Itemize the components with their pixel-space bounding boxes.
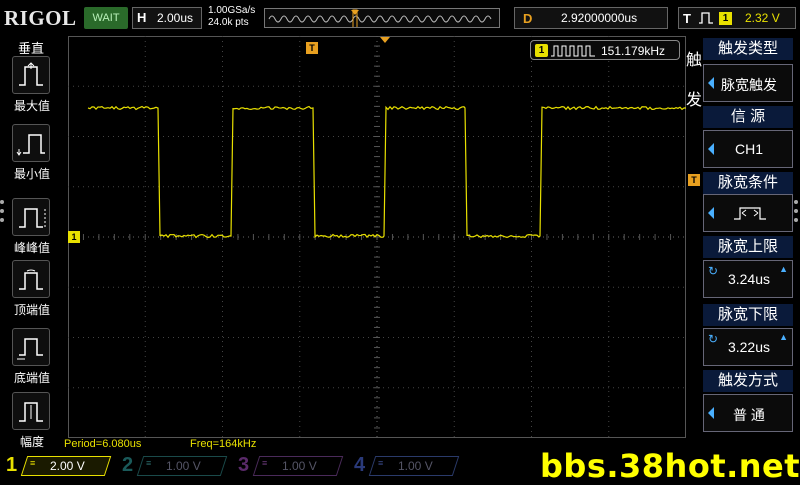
channel-1-tab[interactable]: 1 ≡ 2.00 V <box>0 454 110 478</box>
menu-scroll-indicator <box>794 200 800 227</box>
trigger-label: T <box>683 11 691 26</box>
vbase-icon <box>12 328 50 366</box>
measure-vpp-label: 峰峰值 <box>2 239 62 256</box>
channel-2-scale: 1.00 V <box>166 459 201 473</box>
rigol-logo: RIGOL <box>4 6 77 31</box>
dc-coupling-icon: ≡ <box>146 458 151 468</box>
ch1-ground-marker[interactable]: 1 <box>68 231 80 243</box>
channel-3-number: 3 <box>238 454 249 477</box>
pulse-condition-select[interactable] <box>703 194 793 232</box>
measure-panel: 垂直 最大值 最小值 峰峰值 顶端值 底端值 幅度 <box>0 36 62 452</box>
measure-max-button[interactable]: 最大值 <box>8 56 58 124</box>
trigger-source-badge: 1 <box>719 12 732 25</box>
left-arrow-icon <box>708 207 714 219</box>
delay-value: 2.92000000us <box>561 11 637 25</box>
frequency-counter[interactable]: 1 151.179kHz <box>530 40 680 60</box>
pulse-upper-limit-input[interactable]: ↻ ▲ 3.24us <box>703 260 793 298</box>
vtop-icon <box>12 260 50 298</box>
measure-vpp-button[interactable]: 峰峰值 <box>8 198 58 266</box>
channel-1-number: 1 <box>6 454 17 477</box>
timebase-value: 2.00us <box>157 11 193 25</box>
channel-4-number: 4 <box>354 454 365 477</box>
measure-top-button[interactable]: 顶端值 <box>8 260 58 328</box>
horizontal-timebase[interactable]: H 2.00us <box>132 7 202 29</box>
trigger-menu: 触发类型 脉宽触发 信 源 CH1 脉宽条件 脉宽上限 ↻ ▲ 3.24us 脉… <box>703 38 793 434</box>
pulse-lower-limit-value: 3.22us <box>704 339 794 355</box>
memory-overview-strip[interactable] <box>264 8 500 28</box>
vmin-icon <box>12 124 50 162</box>
forum-watermark: bbs.38hot.net <box>540 447 800 485</box>
pulse-lower-limit-title: 脉宽下限 <box>703 304 793 326</box>
measure-base-label: 底端值 <box>2 369 62 386</box>
delay-readout[interactable]: D 2.92000000us <box>514 7 668 29</box>
graticule <box>68 36 686 438</box>
pulse-condition-title: 脉宽条件 <box>703 172 793 194</box>
measure-min-button[interactable]: 最小值 <box>8 124 58 192</box>
menu-side-char-2: 发 <box>686 86 702 110</box>
measure-amplitude-label: 幅度 <box>2 433 62 450</box>
channel-4-tab[interactable]: 4 ≡ 1.00 V <box>348 454 458 478</box>
pulse-lower-limit-input[interactable]: ↻ ▲ 3.22us <box>703 328 793 366</box>
sample-rate-readout: 1.00GSa/s 24.0k pts <box>208 5 255 29</box>
pulse-range-icon <box>732 205 768 221</box>
pulse-train-icon <box>551 45 597 57</box>
channel-4-scale: 1.00 V <box>398 459 433 473</box>
ch1-waveform-trace <box>88 107 686 238</box>
frequency-measurement: Freq=164kHz <box>190 438 256 450</box>
waveform-display[interactable] <box>68 36 686 438</box>
vamp-icon <box>12 392 50 430</box>
source-select[interactable]: CH1 <box>703 130 793 168</box>
trigger-type-select[interactable]: 脉宽触发 <box>703 64 793 102</box>
measure-amplitude-button[interactable]: 幅度 <box>8 392 58 460</box>
period-measurement: Period=6.080us <box>64 438 141 450</box>
trigger-mode-value: 普 通 <box>704 405 794 425</box>
memory-depth: 24.0k pts <box>208 17 255 29</box>
pulse-upper-limit-title: 脉宽上限 <box>703 236 793 258</box>
panel-scroll-indicator <box>0 200 6 227</box>
source-title: 信 源 <box>703 106 793 128</box>
top-status-bar: RIGOL WAIT H 2.00us 1.00GSa/s 24.0k pts … <box>0 0 800 36</box>
trigger-level: 2.32 V <box>745 11 780 25</box>
acquisition-status-badge: WAIT <box>84 7 128 29</box>
channel-2-number: 2 <box>122 454 133 477</box>
horizontal-label: H <box>137 10 146 25</box>
vmax-icon <box>12 56 50 94</box>
vpp-icon <box>12 198 50 236</box>
channel-1-scale: 2.00 V <box>50 459 85 473</box>
pulse-upper-limit-value: 3.24us <box>704 271 794 287</box>
trigger-position-marker[interactable]: T <box>306 42 318 54</box>
measure-base-button[interactable]: 底端值 <box>8 328 58 396</box>
trigger-type-title: 触发类型 <box>703 38 793 60</box>
dc-coupling-icon: ≡ <box>378 458 383 468</box>
dc-coupling-icon: ≡ <box>30 458 35 468</box>
trigger-level-marker[interactable]: T <box>688 174 700 186</box>
menu-side-char-1: 触 <box>686 46 702 70</box>
measure-max-label: 最大值 <box>2 97 62 114</box>
dc-coupling-icon: ≡ <box>262 458 267 468</box>
measure-category-title: 垂直 <box>0 38 62 57</box>
delay-label: D <box>523 11 532 26</box>
counter-frequency-value: 151.179kHz <box>601 44 665 58</box>
counter-channel-badge: 1 <box>535 44 548 57</box>
center-marker-icon <box>380 37 390 43</box>
trigger-mode-title: 触发方式 <box>703 370 793 392</box>
channel-3-scale: 1.00 V <box>282 459 317 473</box>
channel-3-tab[interactable]: 3 ≡ 1.00 V <box>232 454 342 478</box>
trigger-readout[interactable]: T 1 2.32 V <box>678 7 796 29</box>
pulse-trigger-icon <box>698 12 714 24</box>
measure-top-label: 顶端值 <box>2 301 62 318</box>
sample-rate: 1.00GSa/s <box>208 5 255 17</box>
source-value: CH1 <box>704 141 794 157</box>
measure-min-label: 最小值 <box>2 165 62 182</box>
trigger-mode-select[interactable]: 普 通 <box>703 394 793 432</box>
memory-waveform-icon <box>265 9 500 28</box>
trigger-type-value: 脉宽触发 <box>704 75 794 95</box>
menu-side-label: 触 <box>686 46 702 70</box>
menu-side-label-2: 发 <box>686 86 702 110</box>
channel-2-tab[interactable]: 2 ≡ 1.00 V <box>116 454 226 478</box>
